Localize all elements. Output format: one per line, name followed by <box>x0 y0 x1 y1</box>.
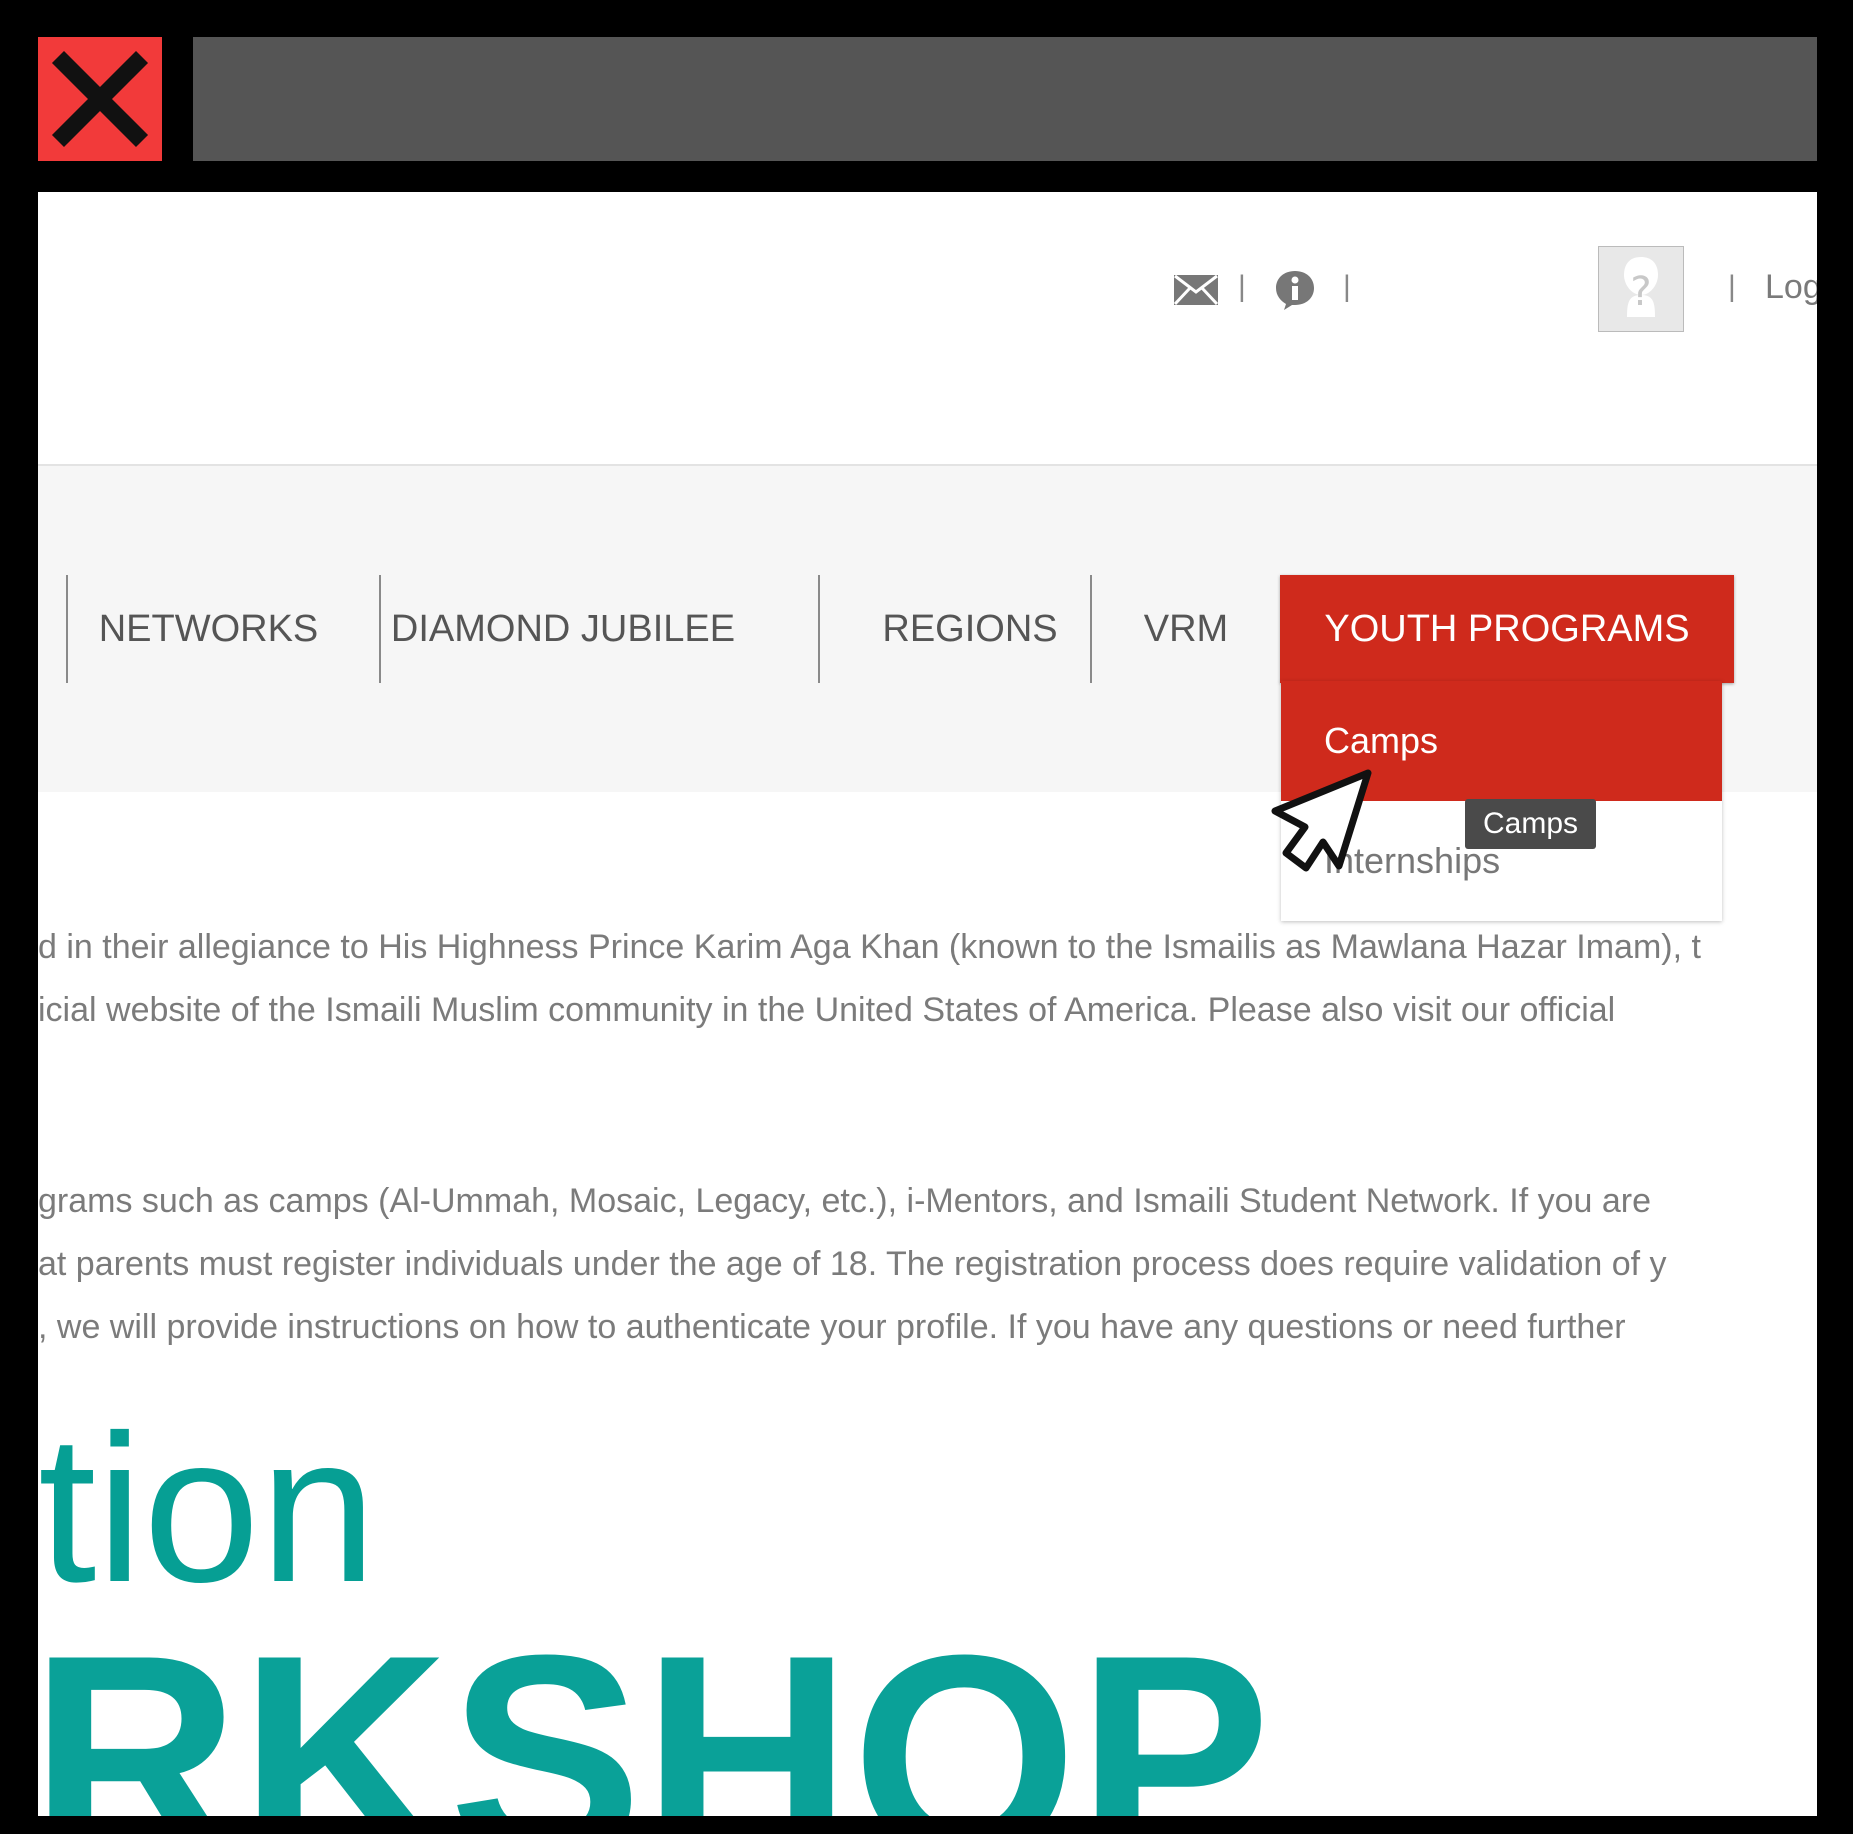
body-text-line: grams such as camps (Al-Ummah, Mosaic, L… <box>38 1182 1652 1220</box>
nav-item-youth-programs[interactable]: YOUTH PROGRAMS <box>1280 575 1734 683</box>
browser-viewport: | | ? | Log NETWORKS DIAMOND JUBILEE REG… <box>38 192 1817 1816</box>
hero-text-line1: tion <box>38 1391 377 1626</box>
envelope-icon[interactable] <box>1173 274 1219 311</box>
nav-item-regions[interactable]: REGIONS <box>820 575 1120 683</box>
body-text-line: d in their allegiance to His Highness Pr… <box>38 928 1701 966</box>
close-x-icon <box>51 50 149 148</box>
info-icon[interactable] <box>1273 268 1317 317</box>
screen-frame: | | ? | Log NETWORKS DIAMOND JUBILEE REG… <box>0 0 1853 1834</box>
body-text-line: icial website of the Ismaili Muslim comm… <box>38 991 1616 1029</box>
utility-separator: | <box>1238 270 1246 303</box>
tooltip: Camps <box>1465 799 1597 849</box>
mouse-cursor-icon <box>1271 767 1381 882</box>
utility-bar: | | ? | Log <box>38 212 1817 332</box>
utility-separator: | <box>1728 270 1736 303</box>
nav-item-networks[interactable]: NETWORKS <box>68 575 349 683</box>
login-link[interactable]: Log <box>1765 268 1817 307</box>
nav-item-diamond-jubilee[interactable]: DIAMOND JUBILEE <box>381 575 745 683</box>
hero-text-line2: RKSHOP <box>38 1595 1271 1816</box>
title-bar <box>193 37 1817 161</box>
close-button[interactable] <box>38 37 162 161</box>
user-placeholder-icon[interactable]: ? <box>1598 246 1684 332</box>
svg-text:?: ? <box>1630 269 1651 315</box>
body-text-line: , we will provide instructions on how to… <box>38 1308 1626 1346</box>
nav-item-vrm[interactable]: VRM <box>1092 575 1280 683</box>
utility-separator: | <box>1343 270 1351 303</box>
body-text-line: at parents must register individuals und… <box>38 1245 1667 1283</box>
